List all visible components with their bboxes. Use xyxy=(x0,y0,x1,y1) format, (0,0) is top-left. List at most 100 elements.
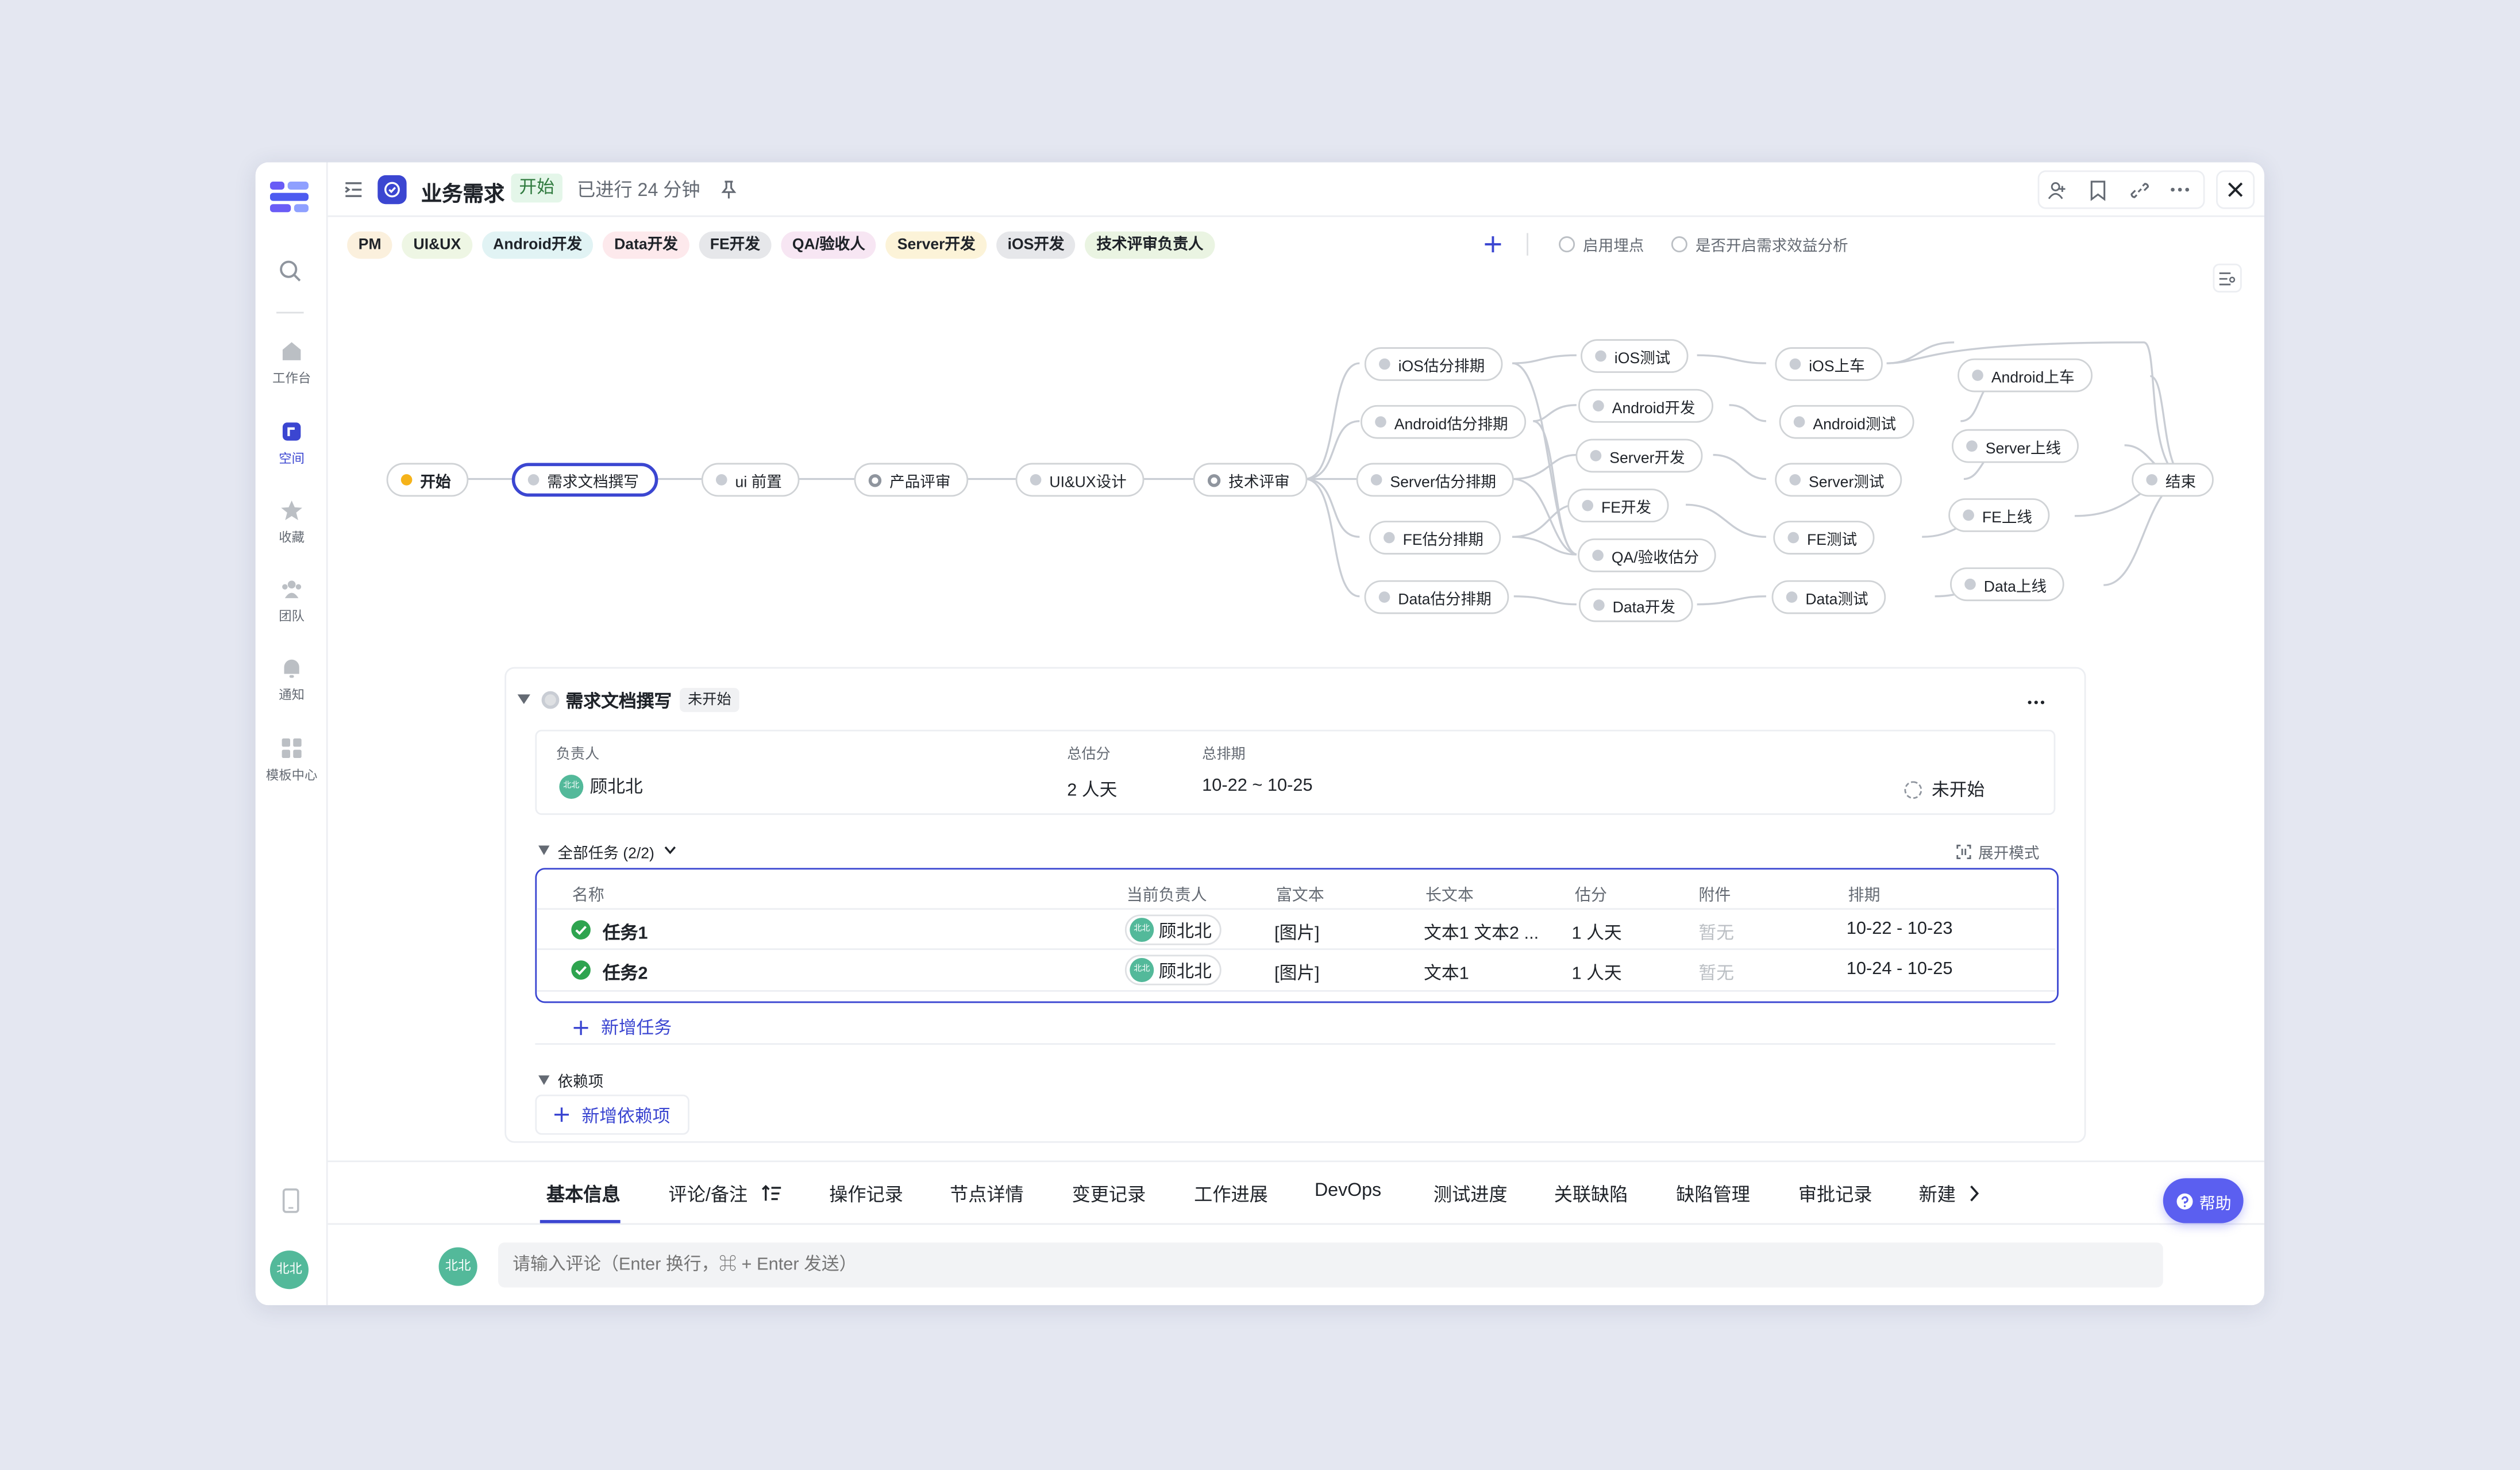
tab-devops[interactable]: DevOps xyxy=(1315,1182,1381,1201)
search-icon[interactable] xyxy=(278,259,302,283)
task-header[interactable]: 全部任务 (2/2) xyxy=(558,841,654,863)
collapse-icon[interactable] xyxy=(538,845,550,856)
schedule-cell[interactable]: 10-22 - 10-23 xyxy=(1847,919,1953,939)
plus-icon xyxy=(573,1019,588,1034)
collapse-icon[interactable] xyxy=(517,694,531,705)
rail-item-templates[interactable]: 模板中心 xyxy=(256,736,328,784)
help-label: 帮助 xyxy=(2199,1195,2232,1213)
more-icon[interactable] xyxy=(2026,699,2046,706)
flow-node-ios-est[interactable]: iOS估分排期 xyxy=(1364,347,1502,381)
rail-item-notify[interactable]: 通知 xyxy=(256,656,328,704)
rich-text-cell[interactable]: [图片] xyxy=(1274,960,1320,986)
tab-new[interactable]: 新建 xyxy=(1919,1182,1956,1207)
rail-item-space[interactable]: 空间 xyxy=(256,420,328,468)
column-header: 附件 xyxy=(1698,887,1731,905)
schedule-value[interactable]: 10-22 ~ 10-25 xyxy=(1202,776,1312,796)
flow-node-fe-dev[interactable]: FE开发 xyxy=(1567,488,1669,523)
long-text-cell[interactable]: 文本1 文本2 ... xyxy=(1424,919,1539,945)
flow-node-ui-pre[interactable]: ui 前置 xyxy=(701,463,800,497)
estimate-cell[interactable]: 1 人天 xyxy=(1571,919,1621,945)
flow-node-data-dev[interactable]: Data开发 xyxy=(1578,588,1693,622)
team-icon xyxy=(282,580,302,598)
attachment-cell[interactable]: 暂无 xyxy=(1698,919,1734,945)
owner-label: 负责人 xyxy=(556,745,600,762)
column-header: 富文本 xyxy=(1276,887,1324,905)
tab-comments[interactable]: 评论/备注 xyxy=(669,1182,748,1207)
tab-progress[interactable]: 工作进展 xyxy=(1194,1182,1268,1207)
task-name[interactable]: 任务1 xyxy=(603,919,648,945)
flow-node-server-online[interactable]: Server上线 xyxy=(1951,429,2079,463)
flow-node-uiux[interactable]: UI&UX设计 xyxy=(1015,463,1145,497)
task-owner[interactable]: 北北 顾北北 xyxy=(1124,955,1222,986)
tab-bug-management[interactable]: 缺陷管理 xyxy=(1676,1182,1750,1207)
flow-node-tech-review[interactable]: 技术评审 xyxy=(1193,463,1308,497)
done-check-icon[interactable] xyxy=(571,960,591,980)
task-owner[interactable]: 北北 顾北北 xyxy=(1124,914,1222,945)
tab-test-progress[interactable]: 测试进度 xyxy=(1434,1182,1508,1207)
home-icon xyxy=(282,342,301,360)
space-icon xyxy=(282,422,301,441)
expand-label: 展开模式 xyxy=(1978,845,2040,863)
flow-node-fe-est[interactable]: FE估分排期 xyxy=(1369,521,1501,555)
avatar: 北北 xyxy=(1130,918,1154,942)
node-status-badge[interactable]: 未开始 xyxy=(680,688,739,713)
help-button[interactable]: 帮助 xyxy=(2163,1178,2244,1223)
tab-related-bugs[interactable]: 关联缺陷 xyxy=(1554,1182,1628,1207)
flow-node-qa-est[interactable]: QA/验收估分 xyxy=(1578,538,1717,572)
progress-status[interactable]: 未开始 xyxy=(1904,776,1985,802)
flow-node-server-est[interactable]: Server估分排期 xyxy=(1356,463,1514,497)
rail-item-workbench[interactable]: 工作台 xyxy=(256,339,328,387)
table-row[interactable]: 任务1 北北 顾北北 [图片] 文本1 文本2 ... 1 人天 暂无 10-22… xyxy=(537,908,2056,951)
owner-value[interactable]: 北北 顾北北 xyxy=(559,773,643,799)
flow-node-data-est[interactable]: Data估分排期 xyxy=(1364,580,1509,614)
flow-node-ios-test[interactable]: iOS测试 xyxy=(1581,339,1689,373)
estimate-value[interactable]: 2 人天 xyxy=(1067,776,1117,802)
flow-node-android-dev[interactable]: Android开发 xyxy=(1578,388,1713,423)
expand-mode-button[interactable]: 展开模式 xyxy=(1956,841,2039,863)
task-name[interactable]: 任务2 xyxy=(603,960,648,986)
flow-node-android-est[interactable]: Android估分排期 xyxy=(1361,405,1526,439)
schedule-cell[interactable]: 10-24 - 10-25 xyxy=(1847,960,1953,979)
estimate-label: 总估分 xyxy=(1067,745,1111,762)
flow-node-start[interactable]: 开始 xyxy=(386,463,469,497)
flow-node-fe-test[interactable]: FE测试 xyxy=(1773,521,1875,555)
flow-node-server-test[interactable]: Server测试 xyxy=(1775,463,1902,497)
rail-item-team[interactable]: 团队 xyxy=(256,577,328,625)
mobile-icon[interactable] xyxy=(281,1188,300,1214)
tab-basic-info[interactable]: 基本信息 xyxy=(546,1182,621,1207)
flow-node-server-dev[interactable]: Server开发 xyxy=(1575,438,1703,473)
flow-node-ios-launch[interactable]: iOS上车 xyxy=(1775,347,1883,381)
chevron-right-icon[interactable] xyxy=(1968,1184,1980,1202)
flow-node-data-online[interactable]: Data上线 xyxy=(1950,567,2064,602)
flow-node-doc[interactable]: 需求文档撰写 xyxy=(511,463,658,497)
attachment-cell[interactable]: 暂无 xyxy=(1698,960,1734,986)
user-avatar[interactable]: 北北 xyxy=(269,1250,309,1290)
rail-item-favorites[interactable]: 收藏 xyxy=(256,498,328,547)
estimate-cell[interactable]: 1 人天 xyxy=(1571,960,1621,986)
flow-node-android-test[interactable]: Android测试 xyxy=(1779,405,1914,439)
active-tab-indicator xyxy=(540,1219,621,1223)
chevron-down-icon[interactable] xyxy=(664,845,676,855)
sort-icon[interactable] xyxy=(761,1184,781,1202)
dependency-header[interactable]: 依赖项 xyxy=(558,1069,604,1091)
tab-node-details[interactable]: 节点详情 xyxy=(950,1182,1024,1207)
done-check-icon[interactable] xyxy=(571,919,591,940)
owner-name: 顾北北 xyxy=(1158,922,1212,941)
rail-label: 团队 xyxy=(279,609,305,624)
flow-node-fe-online[interactable]: FE上线 xyxy=(1948,498,2050,532)
flow-node-end[interactable]: 结束 xyxy=(2132,463,2214,497)
flow-node-product-review[interactable]: 产品评审 xyxy=(854,463,969,497)
long-text-cell[interactable]: 文本1 xyxy=(1424,960,1469,986)
flow-node-android-launch[interactable]: Android上车 xyxy=(1958,358,2093,392)
tab-change-log[interactable]: 变更记录 xyxy=(1072,1182,1146,1207)
add-dependency-button[interactable]: 新增依赖项 xyxy=(535,1094,689,1135)
flow-node-data-test[interactable]: Data测试 xyxy=(1771,580,1886,614)
comment-input[interactable] xyxy=(498,1242,2163,1288)
table-row[interactable]: 任务2 北北 顾北北 [图片] 文本1 1 人天 暂无 10-24 - 10-25 xyxy=(537,950,2056,992)
tab-approval[interactable]: 审批记录 xyxy=(1798,1182,1872,1207)
add-task-button[interactable]: 新增任务 xyxy=(573,1014,672,1040)
tab-operation-log[interactable]: 操作记录 xyxy=(829,1182,903,1207)
rich-text-cell[interactable]: [图片] xyxy=(1274,919,1320,945)
node-summary: 负责人 北北 顾北北 总估分 2 人天 总排期 10-22 ~ 10-25 未开始 xyxy=(535,729,2056,815)
collapse-icon[interactable] xyxy=(538,1075,550,1085)
